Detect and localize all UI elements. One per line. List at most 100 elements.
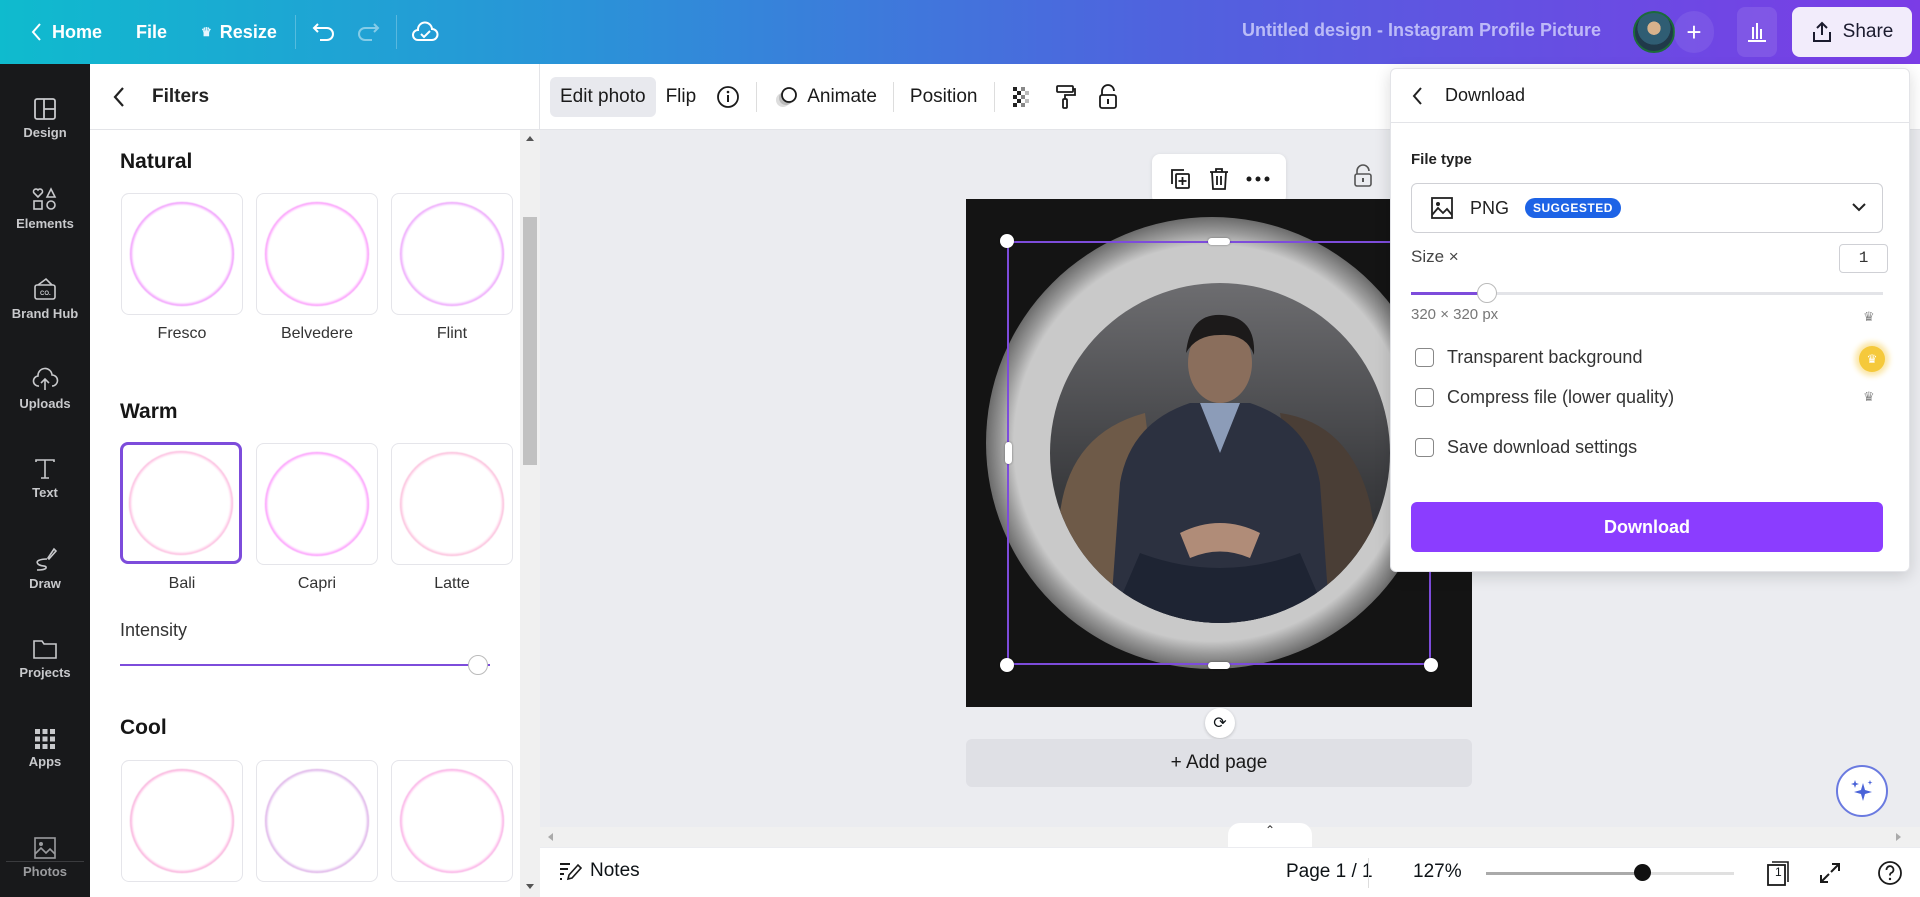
sidebar-label: Design [23, 124, 67, 140]
sidebar-item-brand-hub[interactable]: CO. Brand Hub [0, 262, 90, 334]
grid-icon [35, 728, 55, 749]
divider [395, 15, 397, 49]
duplicate-icon[interactable] [1168, 167, 1192, 191]
sidebar-item-design[interactable]: Design [0, 82, 90, 154]
file-menu-button[interactable]: File [124, 12, 179, 52]
filters-scrollbar[interactable] [520, 130, 540, 897]
intensity-label: Intensity [120, 620, 188, 640]
horizontal-scrollbar[interactable]: ⌃ [540, 823, 1920, 847]
edit-photo-button[interactable]: Edit photo [550, 76, 656, 117]
more-options-icon[interactable] [1246, 176, 1270, 182]
scroll-right-arrow[interactable] [1896, 833, 1901, 841]
scroll-up-arrow[interactable] [526, 136, 534, 141]
sidebar-item-photos[interactable]: Photos [0, 821, 90, 893]
filters-title: Filters [152, 85, 210, 107]
filter-tile-latte[interactable] [391, 443, 513, 565]
resize-button[interactable]: ♛ Resize [189, 12, 289, 52]
document-title[interactable]: Untitled design - Instagram Profile Pict… [1242, 20, 1601, 41]
notes-button[interactable]: Notes [558, 860, 640, 882]
sidebar-item-text[interactable]: Text [0, 442, 90, 514]
pro-crown-icon[interactable]: ♛ [1859, 346, 1885, 372]
selection-box[interactable] [1007, 241, 1431, 665]
resize-handle-top-left[interactable] [1000, 234, 1014, 248]
redo-button[interactable] [346, 12, 390, 52]
animate-button[interactable]: Animate [763, 77, 887, 117]
filter-tile-belvedere[interactable] [256, 193, 378, 315]
sidebar-item-projects[interactable]: Projects [0, 622, 90, 694]
sidebar-item-uploads[interactable]: Uploads [0, 352, 90, 424]
scroll-left-arrow[interactable] [548, 833, 553, 841]
rotate-icon: ⟳ [1213, 715, 1227, 732]
add-page-button[interactable]: + Add page [966, 739, 1472, 787]
transparent-background-option[interactable]: Transparent background [1415, 347, 1642, 368]
cloud-upload-icon [32, 367, 59, 390]
zoom-slider-handle[interactable] [1634, 864, 1652, 881]
position-button[interactable]: Position [900, 77, 988, 117]
zoom-percentage[interactable]: 127% [1413, 861, 1462, 883]
save-status-button[interactable] [403, 12, 447, 52]
undo-button[interactable] [302, 12, 346, 52]
transparent-background-checkbox[interactable] [1415, 348, 1434, 367]
compress-file-checkbox[interactable] [1415, 388, 1434, 407]
filter-label: Latte [434, 575, 470, 592]
resize-handle-bottom[interactable] [1208, 662, 1230, 669]
filter-tile-fresco[interactable] [121, 193, 243, 315]
intensity-slider-handle[interactable] [468, 655, 488, 675]
filter-tile-flint[interactable] [391, 193, 513, 315]
filters-header: Filters [90, 64, 539, 130]
resize-handle-left[interactable] [1005, 442, 1012, 464]
sidebar-item-draw[interactable]: Draw [0, 532, 90, 604]
save-settings-option[interactable]: Save download settings [1415, 437, 1637, 458]
resize-handle-top[interactable] [1208, 238, 1230, 245]
home-button[interactable]: Home [18, 12, 114, 52]
filter-tile-capri[interactable] [256, 443, 378, 565]
size-input[interactable]: 1 [1839, 244, 1888, 273]
fullscreen-button[interactable] [1814, 857, 1846, 889]
shapes-icon [32, 186, 57, 210]
back-chevron-icon[interactable] [1411, 86, 1423, 106]
scroll-down-arrow[interactable] [526, 884, 534, 889]
save-settings-checkbox[interactable] [1415, 438, 1434, 457]
share-button[interactable]: Share [1792, 7, 1912, 57]
zoom-slider-track[interactable] [1486, 872, 1734, 875]
lock-button[interactable] [1087, 77, 1129, 117]
redo-icon [357, 23, 380, 41]
intensity-slider-track[interactable] [120, 664, 490, 666]
filter-tile-bali[interactable] [120, 442, 242, 564]
scrollbar-thumb[interactable] [523, 217, 537, 465]
rotate-handle[interactable]: ⟳ [1205, 708, 1235, 738]
user-avatar[interactable] [1633, 11, 1675, 53]
notes-expand-tab[interactable]: ⌃ [1228, 823, 1312, 847]
page-grid-button[interactable]: 1 [1762, 857, 1794, 889]
sidebar-item-apps[interactable]: Apps [0, 712, 90, 784]
add-collaborator-button[interactable]: + [1674, 11, 1714, 53]
section-title-cool: Cool [120, 716, 167, 739]
transparency-button[interactable] [1001, 77, 1045, 117]
insights-button[interactable] [1737, 7, 1777, 57]
page-lock-icon[interactable] [1353, 164, 1373, 188]
page-indicator[interactable]: Page 1 / 1 [1286, 861, 1373, 883]
section-title-warm: Warm [120, 400, 178, 423]
file-type-value: PNG [1470, 197, 1510, 218]
filter-tile-cool-2[interactable] [256, 760, 378, 882]
flip-button[interactable]: Flip [656, 77, 707, 117]
filter-tile-cool-3[interactable] [391, 760, 513, 882]
resize-label: Resize [219, 21, 277, 42]
back-chevron-icon[interactable] [112, 86, 126, 108]
filter-tile-cool-1[interactable] [121, 760, 243, 882]
resize-handle-bottom-left[interactable] [1000, 658, 1014, 672]
sidebar-item-elements[interactable]: Elements [0, 172, 90, 244]
file-type-dropdown[interactable]: PNG SUGGESTED [1411, 183, 1883, 233]
help-button[interactable] [1874, 857, 1906, 889]
download-button[interactable]: Download [1411, 502, 1883, 552]
size-slider-handle[interactable] [1476, 283, 1497, 303]
magic-assistant-button[interactable] [1836, 765, 1888, 817]
filter-preview [265, 769, 369, 873]
resize-handle-bottom-right[interactable] [1424, 658, 1438, 672]
transparency-icon [1012, 86, 1029, 107]
compress-file-option[interactable]: Compress file (lower quality) [1415, 387, 1674, 408]
info-button[interactable] [706, 77, 750, 117]
copy-style-button[interactable] [1045, 77, 1087, 117]
trash-icon[interactable] [1208, 167, 1230, 191]
sparkle-icon [1851, 780, 1873, 801]
